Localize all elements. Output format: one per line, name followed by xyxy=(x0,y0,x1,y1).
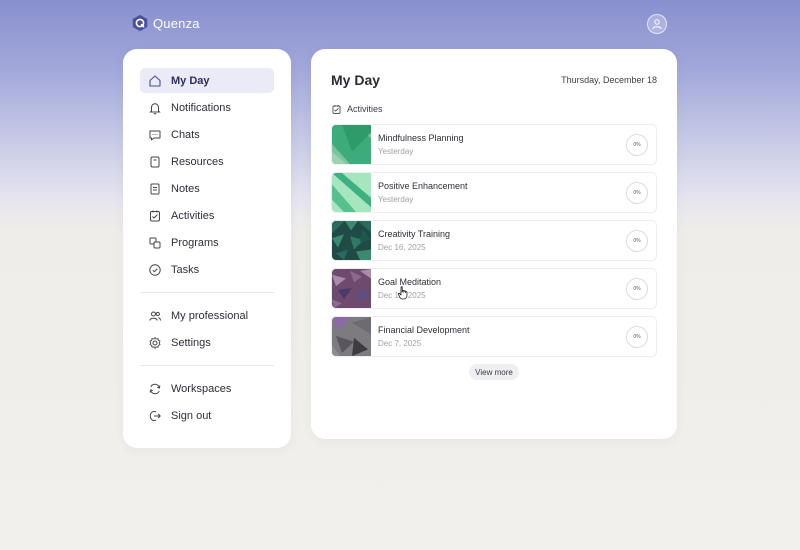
sidebar-item-settings[interactable]: Settings xyxy=(140,330,274,355)
sidebar-item-label: Programs xyxy=(171,236,219,249)
quenza-logo-icon xyxy=(132,14,148,32)
sign-out-icon xyxy=(149,410,161,421)
hand-cursor-icon xyxy=(397,286,408,300)
activity-date: Yesterday xyxy=(378,195,414,204)
sidebar-item-label: Chats xyxy=(171,128,200,141)
sidebar-item-label: Settings xyxy=(171,336,211,349)
logo-text: Quenza xyxy=(153,15,200,31)
page-title: My Day xyxy=(331,72,381,88)
sidebar-item-resources[interactable]: Resources xyxy=(140,149,274,174)
activity-thumbnail xyxy=(332,173,371,212)
notes-icon xyxy=(150,183,160,194)
sidebar-item-label: My Day xyxy=(171,74,210,87)
sidebar-item-label: Notifications xyxy=(171,101,231,114)
top-bar: Quenza xyxy=(0,0,800,48)
sidebar-item-notes[interactable]: Notes xyxy=(140,176,274,201)
sidebar-item-label: Tasks xyxy=(171,263,200,276)
sidebar-item-label: Sign out xyxy=(171,409,212,422)
activity-thumbnail xyxy=(332,269,371,308)
activity-card[interactable]: Positive Enhancement Yesterday 0% xyxy=(331,172,657,213)
refresh-icon xyxy=(149,383,161,394)
activity-thumbnail xyxy=(332,317,371,356)
sidebar-item-programs[interactable]: Programs xyxy=(140,230,274,255)
activity-card[interactable]: Creativity Training Dec 16, 2025 0% xyxy=(331,220,657,261)
activity-card[interactable]: Mindfulness Planning Yesterday 0% xyxy=(331,124,657,165)
sidebar-item-activities[interactable]: Activities xyxy=(140,203,274,228)
sidebar-item-notifications[interactable]: Notifications xyxy=(140,95,274,120)
activity-title: Mindfulness Planning xyxy=(378,133,464,143)
activity-date: Dec 16, 2025 xyxy=(378,243,426,252)
activity-list: Mindfulness Planning Yesterday 0% Positi… xyxy=(331,124,657,357)
sidebar-item-workspaces[interactable]: Workspaces xyxy=(140,376,274,401)
divider xyxy=(140,292,274,293)
activity-date: Dec 12, 2025 xyxy=(378,291,426,300)
sidebar-item-my-professional[interactable]: My professional xyxy=(140,303,274,328)
main-header: My Day Thursday, December 18 xyxy=(331,71,657,89)
activity-thumbnail xyxy=(332,125,371,164)
people-icon xyxy=(149,311,161,321)
sidebar-item-label: Resources xyxy=(171,155,224,168)
activity-card[interactable]: Financial Development Dec 7, 2025 0% xyxy=(331,316,657,357)
divider xyxy=(140,365,274,366)
sidebar-item-tasks[interactable]: Tasks xyxy=(140,257,274,282)
sidebar-item-sign-out[interactable]: Sign out xyxy=(140,403,274,428)
activity-date: Dec 7, 2025 xyxy=(378,339,422,348)
progress-ring: 0% xyxy=(626,278,648,300)
sidebar-item-label: My professional xyxy=(171,309,249,322)
activity-title: Financial Development xyxy=(378,325,470,335)
sidebar-item-my-day[interactable]: My Day xyxy=(140,68,274,93)
main-panel: My Day Thursday, December 18 Activities … xyxy=(311,49,677,439)
current-date: Thursday, December 18 xyxy=(561,75,657,85)
gear-icon xyxy=(149,336,161,349)
resources-icon xyxy=(150,156,160,167)
activities-icon xyxy=(150,210,160,221)
activities-section-header: Activities xyxy=(331,103,657,115)
logo[interactable]: Quenza xyxy=(131,14,200,32)
avatar[interactable] xyxy=(647,14,667,34)
activity-thumbnail xyxy=(332,221,371,260)
chat-icon xyxy=(149,130,161,140)
activities-icon xyxy=(332,104,341,114)
home-icon xyxy=(149,74,161,87)
progress-ring: 0% xyxy=(626,134,648,156)
bell-icon xyxy=(149,102,161,114)
view-more-button[interactable]: View more xyxy=(469,364,519,380)
check-circle-icon xyxy=(149,263,161,276)
progress-ring: 0% xyxy=(626,230,648,252)
sidebar-item-label: Notes xyxy=(171,182,200,195)
activity-title: Creativity Training xyxy=(378,229,451,239)
sidebar-item-label: Activities xyxy=(171,209,215,222)
progress-ring: 0% xyxy=(626,326,648,348)
user-icon xyxy=(652,19,662,30)
sidebar: My Day Notifications Chats Resources Not… xyxy=(123,49,291,448)
section-label: Activities xyxy=(347,104,383,114)
sidebar-item-chats[interactable]: Chats xyxy=(140,122,274,147)
progress-ring: 0% xyxy=(626,182,648,204)
sidebar-item-label: Workspaces xyxy=(171,382,232,395)
activity-title: Goal Meditation xyxy=(378,277,442,287)
activity-title: Positive Enhancement xyxy=(378,181,468,191)
activity-date: Yesterday xyxy=(378,147,414,156)
activity-card[interactable]: Goal Meditation Dec 12, 2025 0% xyxy=(331,268,657,309)
programs-icon xyxy=(149,237,161,248)
